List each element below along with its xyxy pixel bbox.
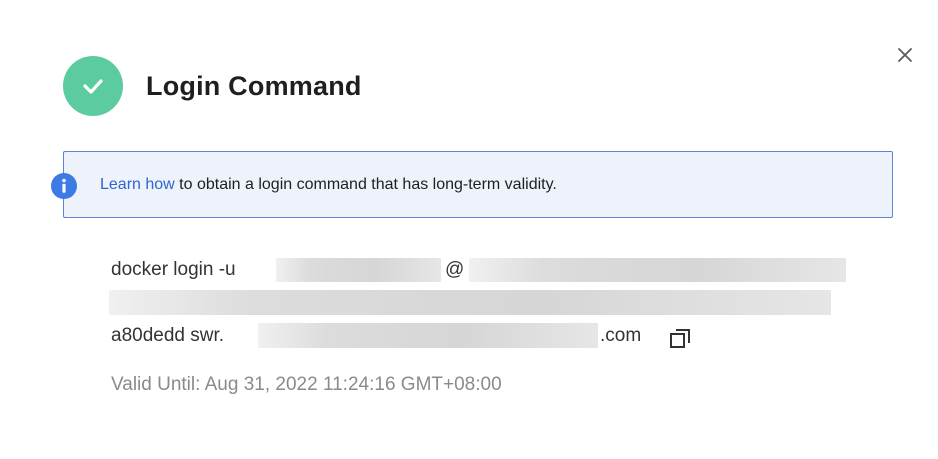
- dialog-header: Login Command: [63, 56, 362, 116]
- learn-how-link[interactable]: Learn how: [100, 176, 175, 193]
- validity-text: Valid Until: Aug 31, 2022 11:24:16 GMT+0…: [111, 374, 502, 395]
- info-message: Learn how to obtain a login command that…: [100, 176, 557, 194]
- command-line-1: docker login -u: [111, 259, 236, 281]
- close-button[interactable]: [893, 43, 917, 67]
- redacted-username: [276, 258, 441, 282]
- login-command-dialog: Login Command Learn how to obtain a logi…: [0, 0, 938, 459]
- info-text: to obtain a login command that has long-…: [174, 176, 557, 193]
- info-icon: [51, 173, 77, 199]
- redacted-region: [469, 258, 846, 282]
- command-token-end: a80dedd swr.: [111, 325, 225, 346]
- redacted-token: [109, 290, 831, 315]
- info-banner: Learn how to obtain a login command that…: [51, 151, 893, 218]
- command-at-sign: @: [445, 259, 465, 280]
- command-domain-suffix: .com: [600, 325, 642, 346]
- copy-icon: [670, 329, 690, 348]
- dialog-title: Login Command: [146, 70, 362, 101]
- check-circle-icon: [63, 56, 123, 116]
- command-prefix: docker login -u: [111, 259, 236, 280]
- copy-button[interactable]: [669, 328, 691, 350]
- command-line-3: a80dedd swr.: [111, 325, 224, 347]
- close-icon: [898, 48, 912, 62]
- redacted-registry: [258, 323, 598, 348]
